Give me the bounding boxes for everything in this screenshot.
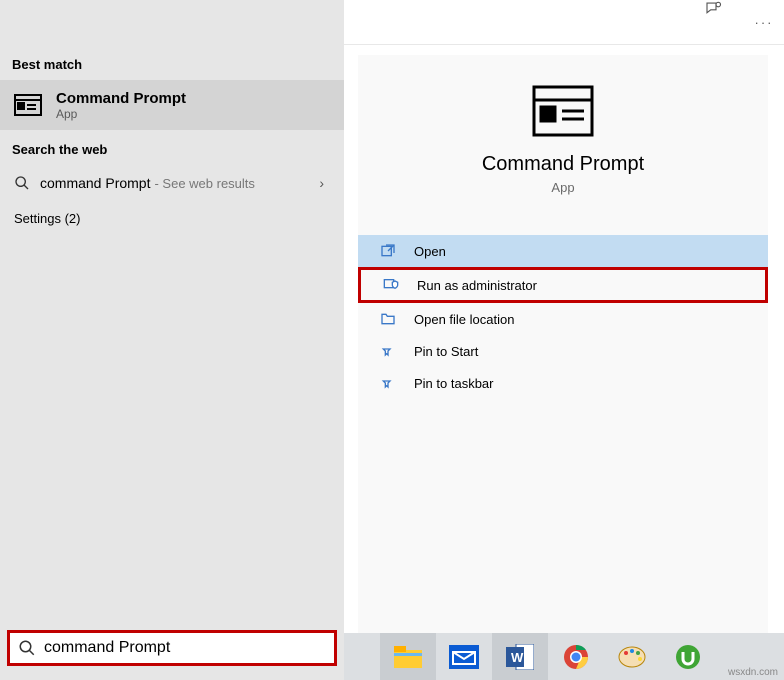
detail-app-icon [358, 55, 768, 137]
chevron-right-icon: › [319, 175, 330, 191]
detail-subtitle: App [358, 180, 768, 195]
search-input-container[interactable] [7, 630, 337, 666]
svg-text:W: W [511, 650, 524, 665]
best-match-title: Command Prompt [56, 90, 186, 107]
web-search-result[interactable]: command Prompt - See web results › [0, 165, 344, 201]
feedback-icon[interactable] [704, 0, 744, 45]
action-run-admin-label: Run as administrator [417, 278, 537, 293]
best-match-header: Best match [0, 45, 344, 80]
taskbar-utorrent[interactable] [660, 633, 716, 680]
search-input[interactable] [44, 639, 326, 657]
action-open[interactable]: Open [358, 235, 768, 267]
action-pin-to-taskbar[interactable]: Pin to taskbar [358, 367, 768, 399]
taskbar-mail[interactable] [436, 633, 492, 680]
folder-icon [380, 311, 400, 327]
open-icon [380, 243, 400, 259]
detail-title: Command Prompt [358, 153, 768, 176]
taskbar-chrome[interactable] [548, 633, 604, 680]
taskbar-word[interactable]: W [492, 633, 548, 680]
taskbar-file-explorer[interactable] [380, 633, 436, 680]
action-open-location-label: Open file location [414, 312, 514, 327]
result-detail-pane: Command Prompt App Open Run as administr… [358, 55, 768, 633]
search-icon [14, 175, 30, 191]
detail-actions: Open Run as administrator Open file loca… [358, 235, 768, 399]
more-options-icon[interactable]: ··· [744, 0, 784, 45]
taskbar: W wsxdn.com [344, 633, 784, 680]
action-run-administrator[interactable]: Run as administrator [358, 267, 768, 303]
action-open-file-location[interactable]: Open file location [358, 303, 768, 335]
shield-icon [383, 277, 403, 293]
action-pin-to-start[interactable]: Pin to Start [358, 335, 768, 367]
action-pin-start-label: Pin to Start [414, 344, 478, 359]
search-web-header: Search the web [0, 130, 344, 165]
web-search-hint: - See web results [154, 176, 254, 191]
action-open-label: Open [414, 244, 446, 259]
command-prompt-icon [14, 94, 42, 116]
search-results-pane: Best match Command Prompt App Search the… [0, 0, 344, 680]
pin-icon [380, 375, 400, 391]
best-match-subtitle: App [56, 107, 186, 121]
settings-results-header[interactable]: Settings (2) [0, 201, 344, 236]
web-search-query: command Prompt [40, 175, 150, 191]
best-match-result[interactable]: Command Prompt App [0, 80, 344, 130]
watermark: wsxdn.com [728, 667, 778, 678]
taskbar-paint[interactable] [604, 633, 660, 680]
pin-icon [380, 343, 400, 359]
search-icon [18, 639, 36, 657]
action-pin-taskbar-label: Pin to taskbar [414, 376, 494, 391]
